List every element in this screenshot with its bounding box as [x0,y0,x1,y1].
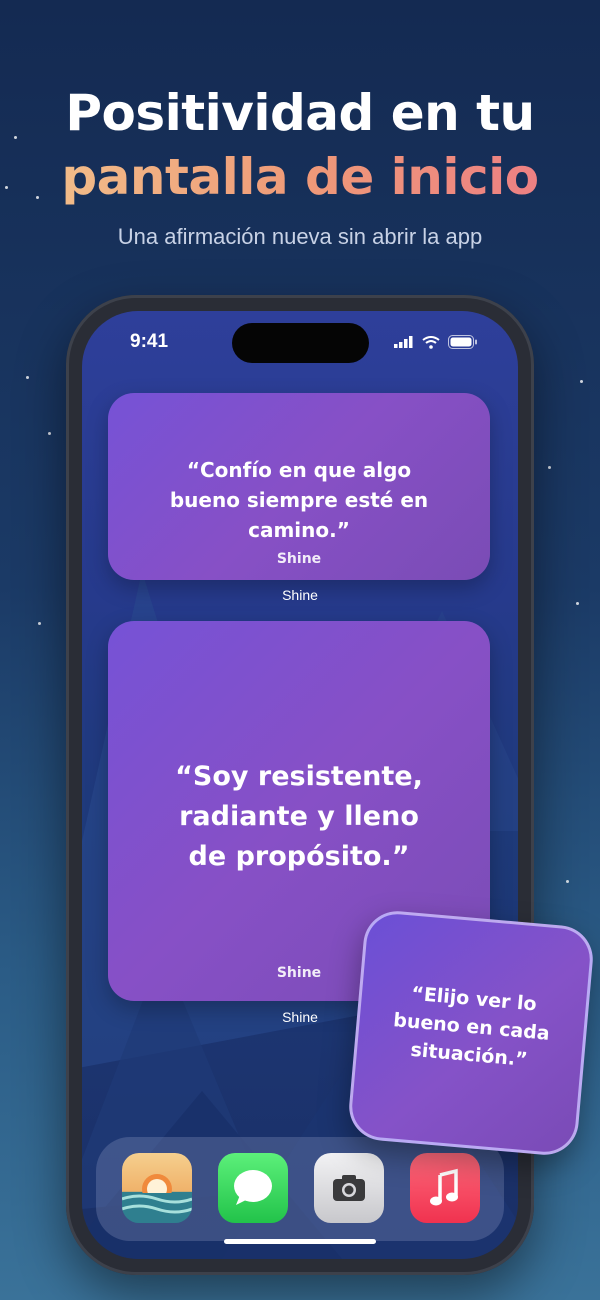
app-messages[interactable] [218,1153,288,1223]
headline-line2: pantalla de inicio [0,148,600,206]
widget-caption: Shine [282,587,318,603]
battery-icon [448,335,477,349]
affirmation-widget-small[interactable]: “Confío en que algo bueno siempre esté e… [108,393,490,580]
widget-quote: “Confío en que algo bueno siempre esté e… [169,458,429,542]
app-music[interactable] [410,1153,480,1223]
star [576,602,579,605]
floating-affirmation-widget[interactable]: “Elijo ver lo bueno en cada situación.” [346,908,596,1158]
home-indicator [224,1239,376,1244]
star [566,880,569,883]
camera-icon [333,1175,365,1201]
star [38,622,41,625]
headline-line1: Positividad en tu [65,84,535,142]
signal-icon [394,336,413,348]
app-camera[interactable] [314,1153,384,1223]
star [48,432,51,435]
app-shine[interactable] [122,1153,192,1223]
star [26,376,29,379]
dock [96,1137,504,1241]
star [580,380,583,383]
speech-bubble-icon [234,1170,272,1205]
subtitle: Una afirmación nueva sin abrir la app [117,224,483,249]
dynamic-island [232,323,369,363]
star [548,466,551,469]
music-note-icon [430,1168,458,1206]
status-icons [394,335,478,349]
floating-widget-quote: “Elijo ver lo bueno en cada situación.” [392,982,551,1071]
widget-quote: “Soy resistente, radiante y lleno de pro… [175,761,423,872]
status-time: 9:41 [130,331,169,352]
widget-brand: Shine [276,551,322,567]
sunrise-icon [122,1174,192,1223]
wifi-icon [422,335,440,349]
